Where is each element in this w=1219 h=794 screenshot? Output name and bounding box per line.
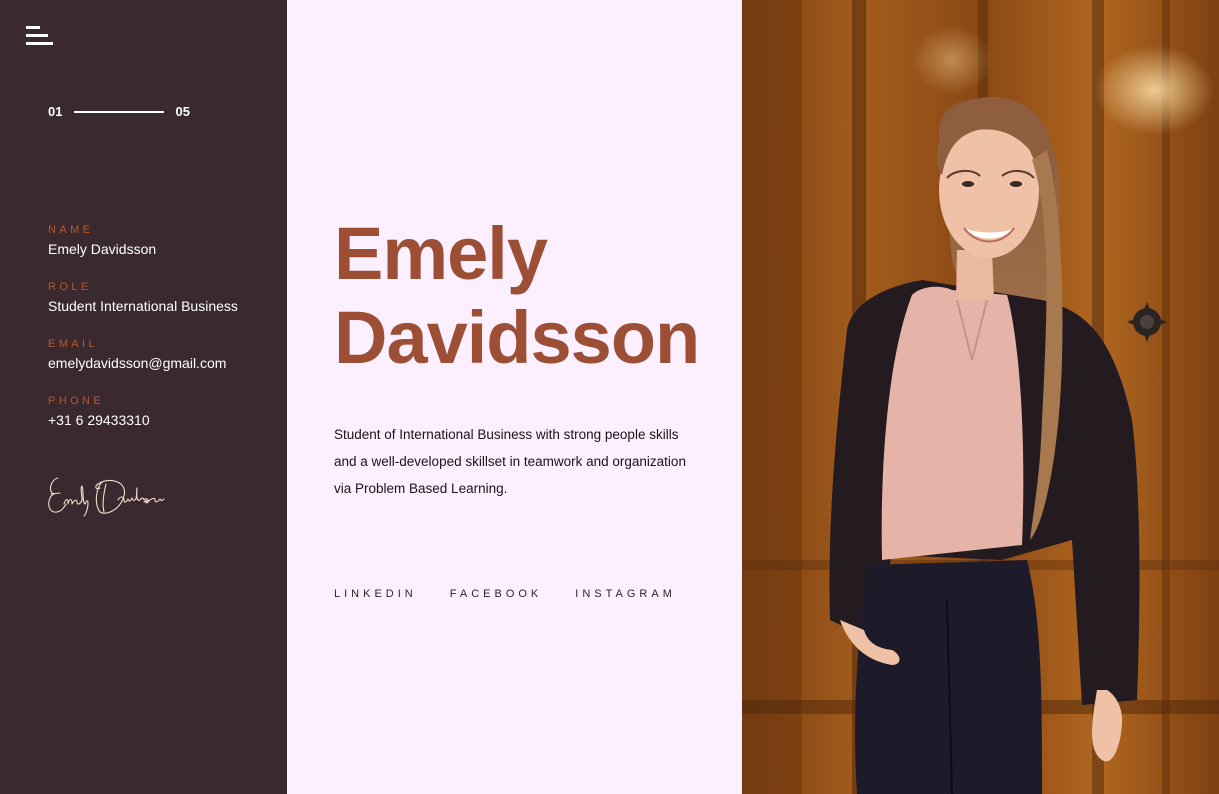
info-label: NAME <box>48 224 94 236</box>
pager-total: 05 <box>175 104 190 119</box>
hamburger-line <box>26 42 53 45</box>
info-label: EMAIL <box>48 338 99 350</box>
instagram-link[interactable]: INSTAGRAM <box>575 588 676 600</box>
hamburger-line <box>26 26 40 29</box>
info-label: ROLE <box>48 281 92 293</box>
signature-image <box>48 477 165 517</box>
social-links: LINKEDIN FACEBOOK INSTAGRAM <box>334 588 676 600</box>
hero-first-name: Emely <box>334 212 548 295</box>
slide-pager: 01 05 <box>48 104 190 119</box>
info-phone: PHONE +31 6 29433310 <box>48 395 238 429</box>
pager-current: 01 <box>48 104 63 119</box>
main-content: Emely Davidsson Student of International… <box>287 0 742 794</box>
pager-progress-line <box>74 110 165 113</box>
hamburger-line <box>26 34 48 37</box>
hamburger-icon[interactable] <box>26 26 54 46</box>
info-value: +31 6 29433310 <box>48 412 150 428</box>
bio-text: Student of International Business with s… <box>334 427 686 496</box>
info-label: PHONE <box>48 395 105 407</box>
facebook-link[interactable]: FACEBOOK <box>450 588 543 600</box>
info-email: EMAIL emelydavidsson@gmail.com <box>48 338 238 372</box>
portrait-image <box>742 0 1219 794</box>
linkedin-link[interactable]: LINKEDIN <box>334 588 417 600</box>
info-value: emelydavidsson@gmail.com <box>48 355 227 371</box>
info-value: Emely Davidsson <box>48 241 157 257</box>
info-value: Student International Business <box>48 298 238 314</box>
profile-info: NAME Emely Davidsson ROLE Student Intern… <box>48 224 238 452</box>
sidebar: 01 05 NAME Emely Davidsson ROLE Student … <box>0 0 287 794</box>
info-role: ROLE Student International Business <box>48 281 238 315</box>
info-name: NAME Emely Davidsson <box>48 224 238 258</box>
hero-last-name: Davidsson <box>334 296 700 379</box>
hero-name: Emely Davidsson <box>334 212 700 380</box>
profile-photo <box>742 0 1219 794</box>
